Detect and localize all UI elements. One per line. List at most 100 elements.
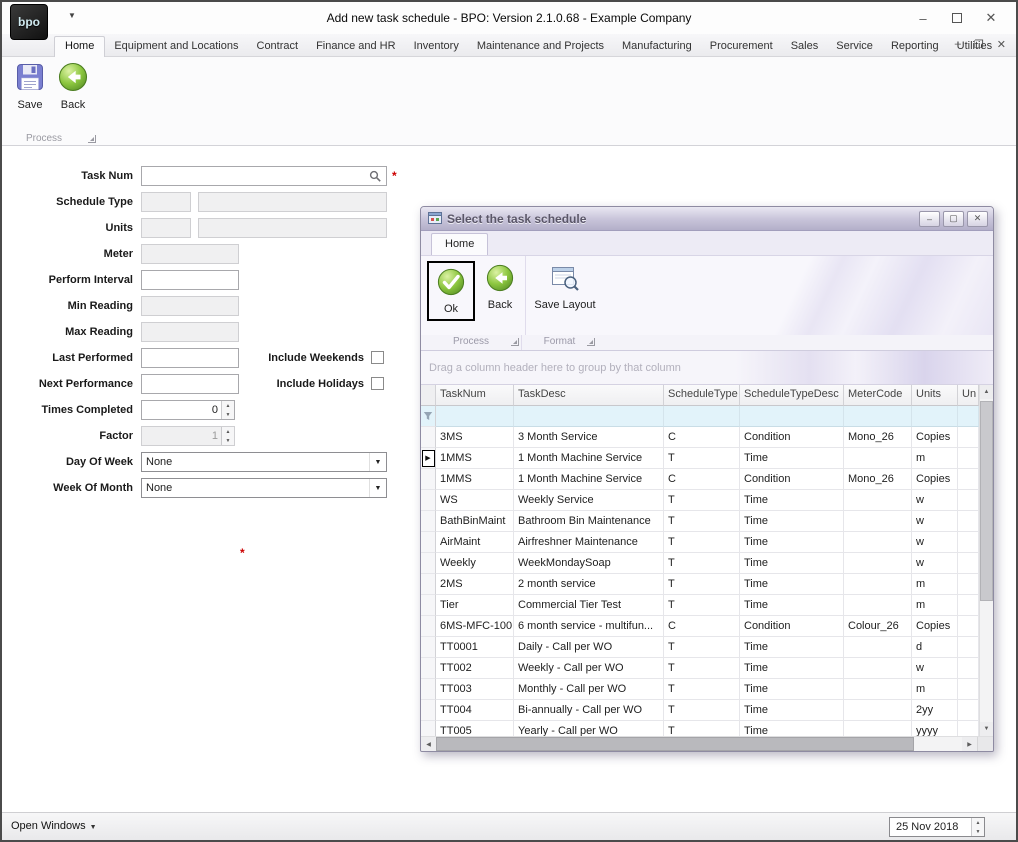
- spin-up-icon[interactable]: ▲: [222, 427, 234, 436]
- tab-finance-and-hr[interactable]: Finance and HR: [307, 36, 405, 57]
- column-header-scheduletype[interactable]: ScheduleType: [664, 385, 740, 406]
- tab-home[interactable]: Home: [54, 36, 105, 58]
- column-header-metercode[interactable]: MeterCode: [844, 385, 912, 406]
- tab-procurement[interactable]: Procurement: [701, 36, 782, 57]
- tab-maintenance-and-projects[interactable]: Maintenance and Projects: [468, 36, 613, 57]
- tab-manufacturing[interactable]: Manufacturing: [613, 36, 701, 57]
- include-holidays-checkbox[interactable]: [371, 377, 384, 390]
- chevron-down-icon[interactable]: ▼: [369, 453, 386, 471]
- table-row[interactable]: BathBinMaintBathroom Bin MaintenanceTTim…: [421, 511, 979, 532]
- units-desc-input[interactable]: [198, 218, 387, 238]
- close-button[interactable]: ✕: [974, 5, 1008, 31]
- column-header-scheduletypedesc[interactable]: ScheduleTypeDesc: [740, 385, 844, 406]
- search-icon[interactable]: [369, 170, 382, 186]
- tab-contract[interactable]: Contract: [248, 36, 308, 57]
- table-row[interactable]: TT003Monthly - Call per WOTTimem: [421, 679, 979, 700]
- perform-interval-input[interactable]: [141, 270, 239, 290]
- table-row[interactable]: AirMaintAirfreshner MaintenanceTTimew: [421, 532, 979, 553]
- table-row[interactable]: 3MS3 Month ServiceCConditionMono_26Copie…: [421, 427, 979, 448]
- open-windows-button[interactable]: Open Windows▼: [11, 820, 97, 832]
- schedule-type-desc-input[interactable]: [198, 192, 387, 212]
- cell-units: w: [912, 532, 958, 553]
- table-row[interactable]: TT004Bi-annually - Call per WOTTime2yy: [421, 700, 979, 721]
- week-of-month-select[interactable]: None ▼: [141, 478, 387, 498]
- meter-input[interactable]: [141, 244, 239, 264]
- table-row[interactable]: 6MS-MFC-1006 month service - multifun...…: [421, 616, 979, 637]
- table-row[interactable]: TT0001Daily - Call per WOTTimed: [421, 637, 979, 658]
- spin-down-icon[interactable]: ▼: [222, 410, 234, 419]
- week-of-month-value: None: [142, 482, 369, 494]
- tab-equipment-and-locations[interactable]: Equipment and Locations: [105, 36, 247, 57]
- save-layout-button[interactable]: Save Layout: [532, 261, 598, 311]
- dialog-back-button[interactable]: Back: [479, 261, 521, 311]
- table-row[interactable]: WSWeekly ServiceTTimew: [421, 490, 979, 511]
- date-field[interactable]: 25 Nov 2018 ▲ ▼: [889, 817, 985, 837]
- group-dialog-launcher-icon[interactable]: [511, 338, 519, 346]
- day-of-week-select[interactable]: None ▼: [141, 452, 387, 472]
- mdi-minimize-button[interactable]: –: [955, 38, 961, 51]
- dialog-close-button[interactable]: ✕: [967, 211, 988, 227]
- filter-cell-scheduletypedesc[interactable]: [740, 406, 844, 427]
- spin-up-icon[interactable]: ▲: [222, 401, 234, 410]
- min-reading-input[interactable]: [141, 296, 239, 316]
- dialog-titlebar[interactable]: Select the task schedule – ▢ ✕: [421, 207, 993, 231]
- filter-cell-scheduletype[interactable]: [664, 406, 740, 427]
- last-performed-input[interactable]: [141, 348, 239, 368]
- units-code-input[interactable]: [141, 218, 191, 238]
- tab-sales[interactable]: Sales: [782, 36, 828, 57]
- chevron-down-icon[interactable]: ▼: [369, 479, 386, 497]
- table-row[interactable]: TT005Yearly - Call per WOTTimeyyyy: [421, 721, 979, 736]
- scroll-right-icon[interactable]: ▶: [962, 737, 977, 751]
- filter-cell-units[interactable]: [912, 406, 958, 427]
- group-dialog-launcher-icon[interactable]: [587, 338, 595, 346]
- table-row[interactable]: 1MMS1 Month Machine ServiceCConditionMon…: [421, 469, 979, 490]
- group-by-bar[interactable]: Drag a column header here to group by th…: [421, 351, 993, 385]
- tab-inventory[interactable]: Inventory: [405, 36, 468, 57]
- cell-taskdesc: 3 Month Service: [514, 427, 664, 448]
- filter-cell-metercode[interactable]: [844, 406, 912, 427]
- dialog-maximize-button[interactable]: ▢: [943, 211, 964, 227]
- mdi-close-button[interactable]: ✕: [997, 38, 1006, 51]
- filter-cell-un[interactable]: [958, 406, 979, 427]
- factor-stepper[interactable]: 1 ▲ ▼: [141, 426, 235, 446]
- scroll-down-icon[interactable]: ▼: [980, 722, 993, 736]
- table-row[interactable]: TierCommercial Tier TestTTimem: [421, 595, 979, 616]
- group-dialog-launcher-icon[interactable]: [88, 135, 96, 143]
- horizontal-scrollbar[interactable]: ◀ ▶: [421, 736, 993, 751]
- horizontal-scroll-thumb[interactable]: [436, 737, 914, 751]
- back-button[interactable]: Back: [53, 62, 93, 111]
- minimize-button[interactable]: –: [906, 5, 940, 31]
- spin-down-icon[interactable]: ▼: [972, 827, 984, 836]
- vertical-scroll-thumb[interactable]: [980, 401, 993, 601]
- table-row[interactable]: 2MS2 month serviceTTimem: [421, 574, 979, 595]
- save-button[interactable]: Save: [10, 62, 50, 111]
- column-header-taskdesc[interactable]: TaskDesc: [514, 385, 664, 406]
- schedule-type-code-input[interactable]: [141, 192, 191, 212]
- table-row[interactable]: TT002Weekly - Call per WOTTimew: [421, 658, 979, 679]
- spin-up-icon[interactable]: ▲: [972, 818, 984, 827]
- scroll-left-icon[interactable]: ◀: [421, 737, 436, 751]
- filter-cell-taskdesc[interactable]: [514, 406, 664, 427]
- mdi-restore-button[interactable]: ❐: [974, 38, 984, 51]
- times-completed-stepper[interactable]: 0 ▲ ▼: [141, 400, 235, 420]
- quick-access-dropdown-icon[interactable]: ▼: [68, 11, 76, 20]
- column-header-units[interactable]: Units: [912, 385, 958, 406]
- table-row[interactable]: WeeklyWeekMondaySoapTTimew: [421, 553, 979, 574]
- dialog-minimize-button[interactable]: –: [919, 211, 940, 227]
- task-num-input[interactable]: [141, 166, 387, 186]
- tab-service[interactable]: Service: [827, 36, 882, 57]
- table-row[interactable]: ▶1MMS1 Month Machine ServiceTTimem: [421, 448, 979, 469]
- dialog-tab-home[interactable]: Home: [431, 233, 488, 255]
- scroll-up-icon[interactable]: ▲: [980, 385, 993, 399]
- next-performance-input[interactable]: [141, 374, 239, 394]
- include-weekends-checkbox[interactable]: [371, 351, 384, 364]
- tab-reporting[interactable]: Reporting: [882, 36, 948, 57]
- column-header-tasknum[interactable]: TaskNum: [436, 385, 514, 406]
- maximize-button[interactable]: [940, 5, 974, 31]
- ok-button[interactable]: Ok: [430, 265, 472, 315]
- vertical-scrollbar[interactable]: ▲ ▼: [979, 385, 993, 736]
- max-reading-input[interactable]: [141, 322, 239, 342]
- column-header-un[interactable]: Un: [958, 385, 979, 406]
- filter-cell-tasknum[interactable]: [436, 406, 514, 427]
- spin-down-icon[interactable]: ▼: [222, 436, 234, 445]
